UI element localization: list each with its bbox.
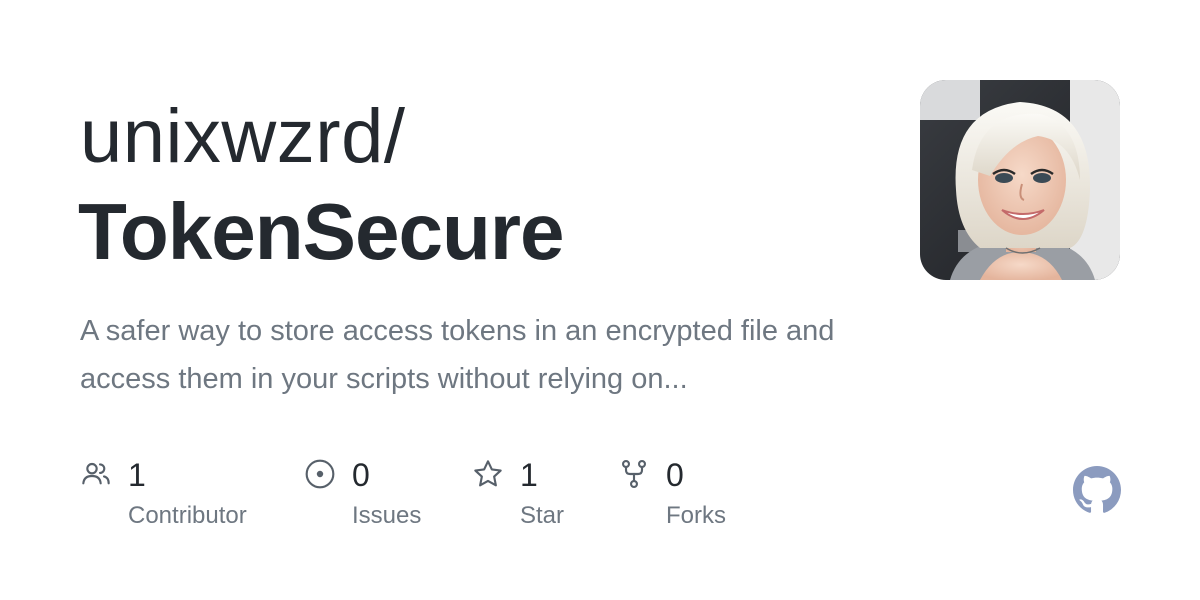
forks-count: 0	[666, 457, 684, 493]
stars-count: 1	[520, 457, 538, 493]
github-mark-icon[interactable]	[1073, 466, 1121, 514]
repo-owner[interactable]: unixwzrd/	[80, 92, 406, 182]
repo-forked-icon	[618, 458, 650, 490]
issue-opened-icon	[304, 458, 336, 490]
issues-count: 0	[352, 457, 370, 493]
repo-stats: 1 Contributor 0 Issues 1 Star 0 Forks	[80, 456, 840, 536]
contributors-label: Contributor	[128, 502, 247, 529]
forks-label: Forks	[666, 502, 726, 529]
issues-label: Issues	[352, 502, 422, 529]
stars-label: Star	[520, 502, 565, 529]
owner-avatar[interactable]	[920, 80, 1120, 280]
star-icon	[472, 458, 504, 490]
people-icon	[80, 458, 112, 490]
avatar-image	[920, 80, 1120, 280]
repo-name[interactable]: TokenSecure	[78, 186, 564, 278]
contributors-count: 1	[128, 457, 146, 493]
repo-description: A safer way to store access tokens in an…	[80, 315, 835, 395]
repo-social-card: unixwzrd/ TokenSecure A safer way to sto…	[0, 0, 1200, 600]
